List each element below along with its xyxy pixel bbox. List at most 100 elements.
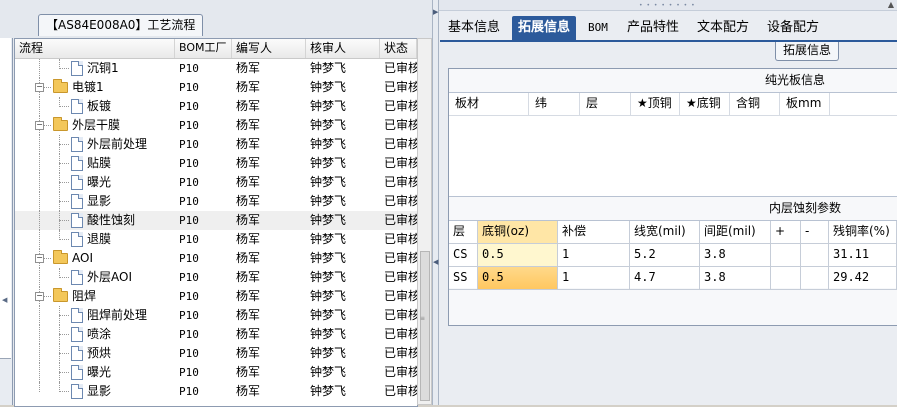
col-header-status[interactable]: 状态 <box>380 39 417 58</box>
tree-node[interactable]: 曝光 <box>15 363 175 382</box>
etch-cell-line-width[interactable]: 4.7 <box>630 267 700 289</box>
tree-row[interactable]: − AOI P10 杨军 钟梦飞 已审核 <box>15 249 417 268</box>
col-header-residual-copper[interactable]: 残铜率(%) <box>829 221 897 243</box>
tab-text-recipe[interactable]: 文本配方 <box>691 16 755 40</box>
tree-row[interactable]: 显影 P10 杨军 钟梦飞 已审核 <box>15 192 417 211</box>
tree-row[interactable]: 外层前处理 P10 杨军 钟梦飞 已审核 <box>15 135 417 154</box>
col-header-weft[interactable]: 纬 <box>529 93 580 115</box>
splitter-bar[interactable]: ◀ ▶ <box>432 0 439 405</box>
col-header-board-material[interactable]: 板材 <box>449 93 529 115</box>
tree-node[interactable]: 预烘 <box>15 344 175 363</box>
tree-row[interactable]: − 阻焊 P10 杨军 钟梦飞 已审核 <box>15 287 417 306</box>
col-header-reviewer[interactable]: 核审人 <box>306 39 380 58</box>
tree-cell-status: 已审核 <box>384 137 417 151</box>
tree-row[interactable]: − 电镀1 P10 杨军 钟梦飞 已审核 <box>15 78 417 97</box>
col-header-flow[interactable]: 流程 <box>15 39 175 58</box>
collapse-minus-icon[interactable]: − <box>35 83 44 92</box>
etch-row-cs[interactable]: CS 0.5 1 5.2 3.8 31.11 <box>449 244 897 267</box>
tree-row[interactable]: 显影 P10 杨军 钟梦飞 已审核 <box>15 382 417 401</box>
tree-node[interactable]: 退膜 <box>15 230 175 249</box>
col-header-layer[interactable]: 层 <box>580 93 631 115</box>
splitter-right-arrow-icon[interactable]: ▶ <box>433 8 438 16</box>
col-header-board-mm[interactable]: 板mm <box>780 93 830 115</box>
col-header-author[interactable]: 编写人 <box>232 39 306 58</box>
tree-row[interactable]: 预烘 P10 杨军 钟梦飞 已审核 <box>15 344 417 363</box>
tab-extended-info[interactable]: 拓展信息 <box>512 16 577 40</box>
tree-row[interactable]: 外层AOI P10 杨军 钟梦飞 已审核 <box>15 268 417 287</box>
tab-bom[interactable]: BOM <box>582 16 614 40</box>
tree-row[interactable]: 沉铜1 P10 杨军 钟梦飞 已审核 <box>15 59 417 78</box>
etch-row-ss[interactable]: SS 0.5 1 4.7 3.8 29.42 <box>449 267 897 290</box>
etch-cell-layer[interactable]: CS <box>449 244 478 266</box>
col-header-spacing[interactable]: 间距(mil) <box>700 221 771 243</box>
tree-body: 沉铜1 P10 杨军 钟梦飞 已审核 − 电镀1 P10 杨军 钟梦飞 已审核 板镀 P10 杨军 钟梦飞已… <box>15 59 417 401</box>
scrollbar-thumb[interactable] <box>420 251 430 401</box>
etch-cell-compensation[interactable]: 1 <box>558 267 630 289</box>
col-header-compensation[interactable]: 补偿 <box>558 221 630 243</box>
left-collapsed-panel[interactable]: ◀ <box>0 38 13 405</box>
etch-cell-residual-copper[interactable]: 29.42 <box>829 267 897 289</box>
tree-row[interactable]: 曝光 P10 杨军 钟梦飞 已审核 <box>15 173 417 192</box>
tree-row[interactable]: 阻焊前处理 P10 杨军 钟梦飞 已审核 <box>15 306 417 325</box>
collapse-up-arrow-icon[interactable]: ▲ <box>888 0 894 9</box>
col-header-bottom-copper[interactable]: ★底铜 <box>680 93 730 115</box>
etch-cell-spacing[interactable]: 3.8 <box>700 267 771 289</box>
collapse-left-arrow-icon[interactable]: ◀ <box>2 296 7 304</box>
tab-equipment-recipe[interactable]: 设备配方 <box>761 16 825 40</box>
drag-handle-icon[interactable]: • • • • • • • • <box>639 2 696 9</box>
tree-cell-author: 杨军 <box>236 156 261 170</box>
collapse-minus-icon[interactable]: − <box>35 254 44 263</box>
tree-guide-line <box>59 353 69 354</box>
col-header-bom-factory[interactable]: BOM工厂 <box>175 39 232 58</box>
tree-row[interactable]: 贴膜 P10 杨军 钟梦飞 已审核 <box>15 154 417 173</box>
tree-node[interactable]: 贴膜 <box>15 154 175 173</box>
tree-row[interactable]: − 外层干膜 P10 杨军 钟梦飞 已审核 <box>15 116 417 135</box>
splitter-left-arrow-icon[interactable]: ◀ <box>433 258 438 266</box>
etch-cell-layer[interactable]: SS <box>449 267 478 289</box>
tree-node[interactable]: 板镀 <box>15 97 175 116</box>
tree-node[interactable]: − 阻焊 <box>15 287 175 306</box>
etch-cell-line-width[interactable]: 5.2 <box>630 244 700 266</box>
tree-node[interactable]: 酸性蚀刻 <box>15 211 175 230</box>
tree-row[interactable]: 曝光 P10 杨军 钟梦飞 已审核 <box>15 363 417 382</box>
tab-product-features[interactable]: 产品特性 <box>621 16 685 40</box>
tree-node[interactable]: − 外层干膜 <box>15 116 175 135</box>
tree-node[interactable]: 喷涂 <box>15 325 175 344</box>
col-header-etch-layer[interactable]: 层 <box>449 221 478 243</box>
tree-node[interactable]: 曝光 <box>15 173 175 192</box>
tree-node[interactable]: 沉铜1 <box>15 59 175 78</box>
tree-row[interactable]: 板镀 P10 杨军 钟梦飞 已审核 <box>15 97 417 116</box>
tree-row[interactable]: 喷涂 P10 杨军 钟梦飞 已审核 <box>15 325 417 344</box>
tree-node[interactable]: 阻焊前处理 <box>15 306 175 325</box>
collapse-minus-icon[interactable]: − <box>35 292 44 301</box>
etch-cell-residual-copper[interactable]: 31.11 <box>829 244 897 266</box>
col-header-copper-content[interactable]: 含铜 <box>730 93 780 115</box>
tab-basic-info[interactable]: 基本信息 <box>442 16 506 40</box>
tree-node[interactable]: 显影 <box>15 382 175 401</box>
tree-node[interactable]: 外层前处理 <box>15 135 175 154</box>
tree-vertical-scrollbar[interactable]: ≡ <box>417 38 432 405</box>
tree-node[interactable]: 显影 <box>15 192 175 211</box>
col-header-top-copper[interactable]: ★顶铜 <box>631 93 680 115</box>
collapse-minus-icon[interactable]: − <box>35 121 44 130</box>
etch-cell-spacing[interactable]: 3.8 <box>700 244 771 266</box>
tree-row[interactable]: 退膜 P10 杨军 钟梦飞 已审核 <box>15 230 417 249</box>
col-header-plus[interactable]: + <box>771 221 801 243</box>
tree-node[interactable]: − AOI <box>15 249 175 268</box>
etch-cell-base-copper[interactable]: 0.5 <box>478 244 558 266</box>
etch-cell-compensation[interactable]: 1 <box>558 244 630 266</box>
col-header-line-width[interactable]: 线宽(mil) <box>630 221 700 243</box>
etch-cell-minus[interactable] <box>801 244 829 266</box>
tree-row[interactable]: 酸性蚀刻 P10 杨军 钟梦飞 已审核 <box>15 211 417 230</box>
process-flow-tab[interactable]: 【AS84E008A0】工艺流程 <box>38 14 204 36</box>
col-header-minus[interactable]: - <box>801 221 829 243</box>
col-header-base-copper[interactable]: 底铜(oz) <box>478 221 558 243</box>
etch-cell-minus[interactable] <box>801 267 829 289</box>
tree-node[interactable]: − 电镀1 <box>15 78 175 97</box>
tree-node[interactable]: 外层AOI <box>15 268 175 287</box>
top-collapse-strip[interactable]: • • • • • • • • ▲ <box>439 0 897 11</box>
etch-cell-plus[interactable] <box>771 267 801 289</box>
etch-cell-plus[interactable] <box>771 244 801 266</box>
tree-cell-author: 杨军 <box>236 194 261 208</box>
etch-cell-base-copper-active[interactable]: 0.5 <box>478 267 558 289</box>
